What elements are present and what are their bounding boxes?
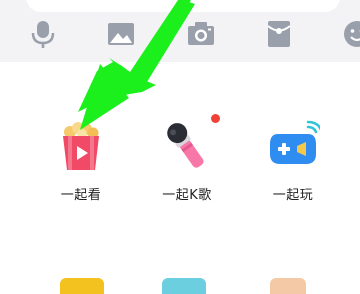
bottom-app-icon[interactable] (162, 278, 206, 294)
message-input[interactable] (26, 0, 340, 12)
app-play-together[interactable]: 一起玩 (248, 120, 338, 203)
image-icon[interactable] (106, 18, 136, 50)
emoji-icon[interactable] (342, 18, 360, 50)
app-label: 一起K歌 (142, 184, 232, 203)
app-label: 一起看 (36, 184, 126, 203)
notification-badge (211, 114, 220, 123)
gamepad-icon (266, 120, 320, 174)
input-toolbar (0, 0, 360, 62)
bottom-app-icon[interactable] (270, 278, 306, 294)
app-watch-together[interactable]: 一起看 (36, 120, 126, 203)
app-label: 一起玩 (248, 184, 338, 203)
popcorn-icon (54, 120, 108, 174)
karaoke-microphone-icon (160, 120, 214, 174)
bottom-app-icon[interactable] (60, 278, 104, 294)
microphone-icon[interactable] (28, 18, 58, 50)
camera-icon[interactable] (186, 18, 216, 50)
red-packet-icon[interactable] (264, 18, 294, 50)
app-karaoke-together[interactable]: 一起K歌 (142, 120, 232, 203)
